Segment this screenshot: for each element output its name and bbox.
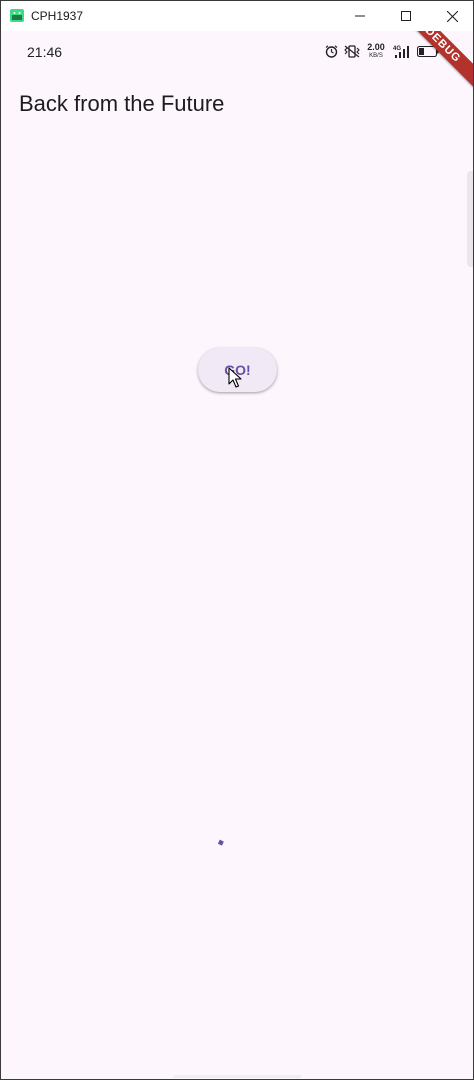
mouse-cursor-icon (228, 367, 242, 388)
net-speed: 2.00 KB/S (366, 42, 386, 60)
window-titlebar[interactable]: CPH1937 (1, 1, 473, 31)
signal-icon: 4G (393, 46, 409, 58)
status-time: 21:46 (27, 44, 63, 60)
net-speed-value: 2.00 (367, 42, 385, 52)
emulator-window: CPH1937 21:46 2.00 KB/S 4G DEBUG Back fr… (0, 0, 474, 1080)
status-bar: 21:46 2.00 KB/S 4G (1, 31, 473, 73)
network-type: 4G (393, 46, 401, 52)
net-speed-unit: KB/S (369, 53, 383, 59)
android-app-icon (10, 9, 24, 22)
progress-indicator-icon (217, 839, 224, 846)
maximize-icon (401, 11, 411, 21)
minimize-button[interactable] (337, 1, 383, 31)
close-icon (446, 10, 458, 22)
phone-screen: 21:46 2.00 KB/S 4G DEBUG Back from the F… (1, 31, 473, 1079)
vibrate-icon (344, 45, 360, 58)
alarm-icon (325, 45, 338, 58)
close-button[interactable] (429, 1, 473, 31)
gesture-bar[interactable] (173, 1075, 301, 1078)
minimize-icon (355, 15, 365, 17)
edge-panel-handle[interactable] (467, 171, 473, 267)
maximize-button[interactable] (383, 1, 429, 31)
window-title: CPH1937 (31, 9, 84, 23)
page-title: Back from the Future (19, 91, 225, 116)
